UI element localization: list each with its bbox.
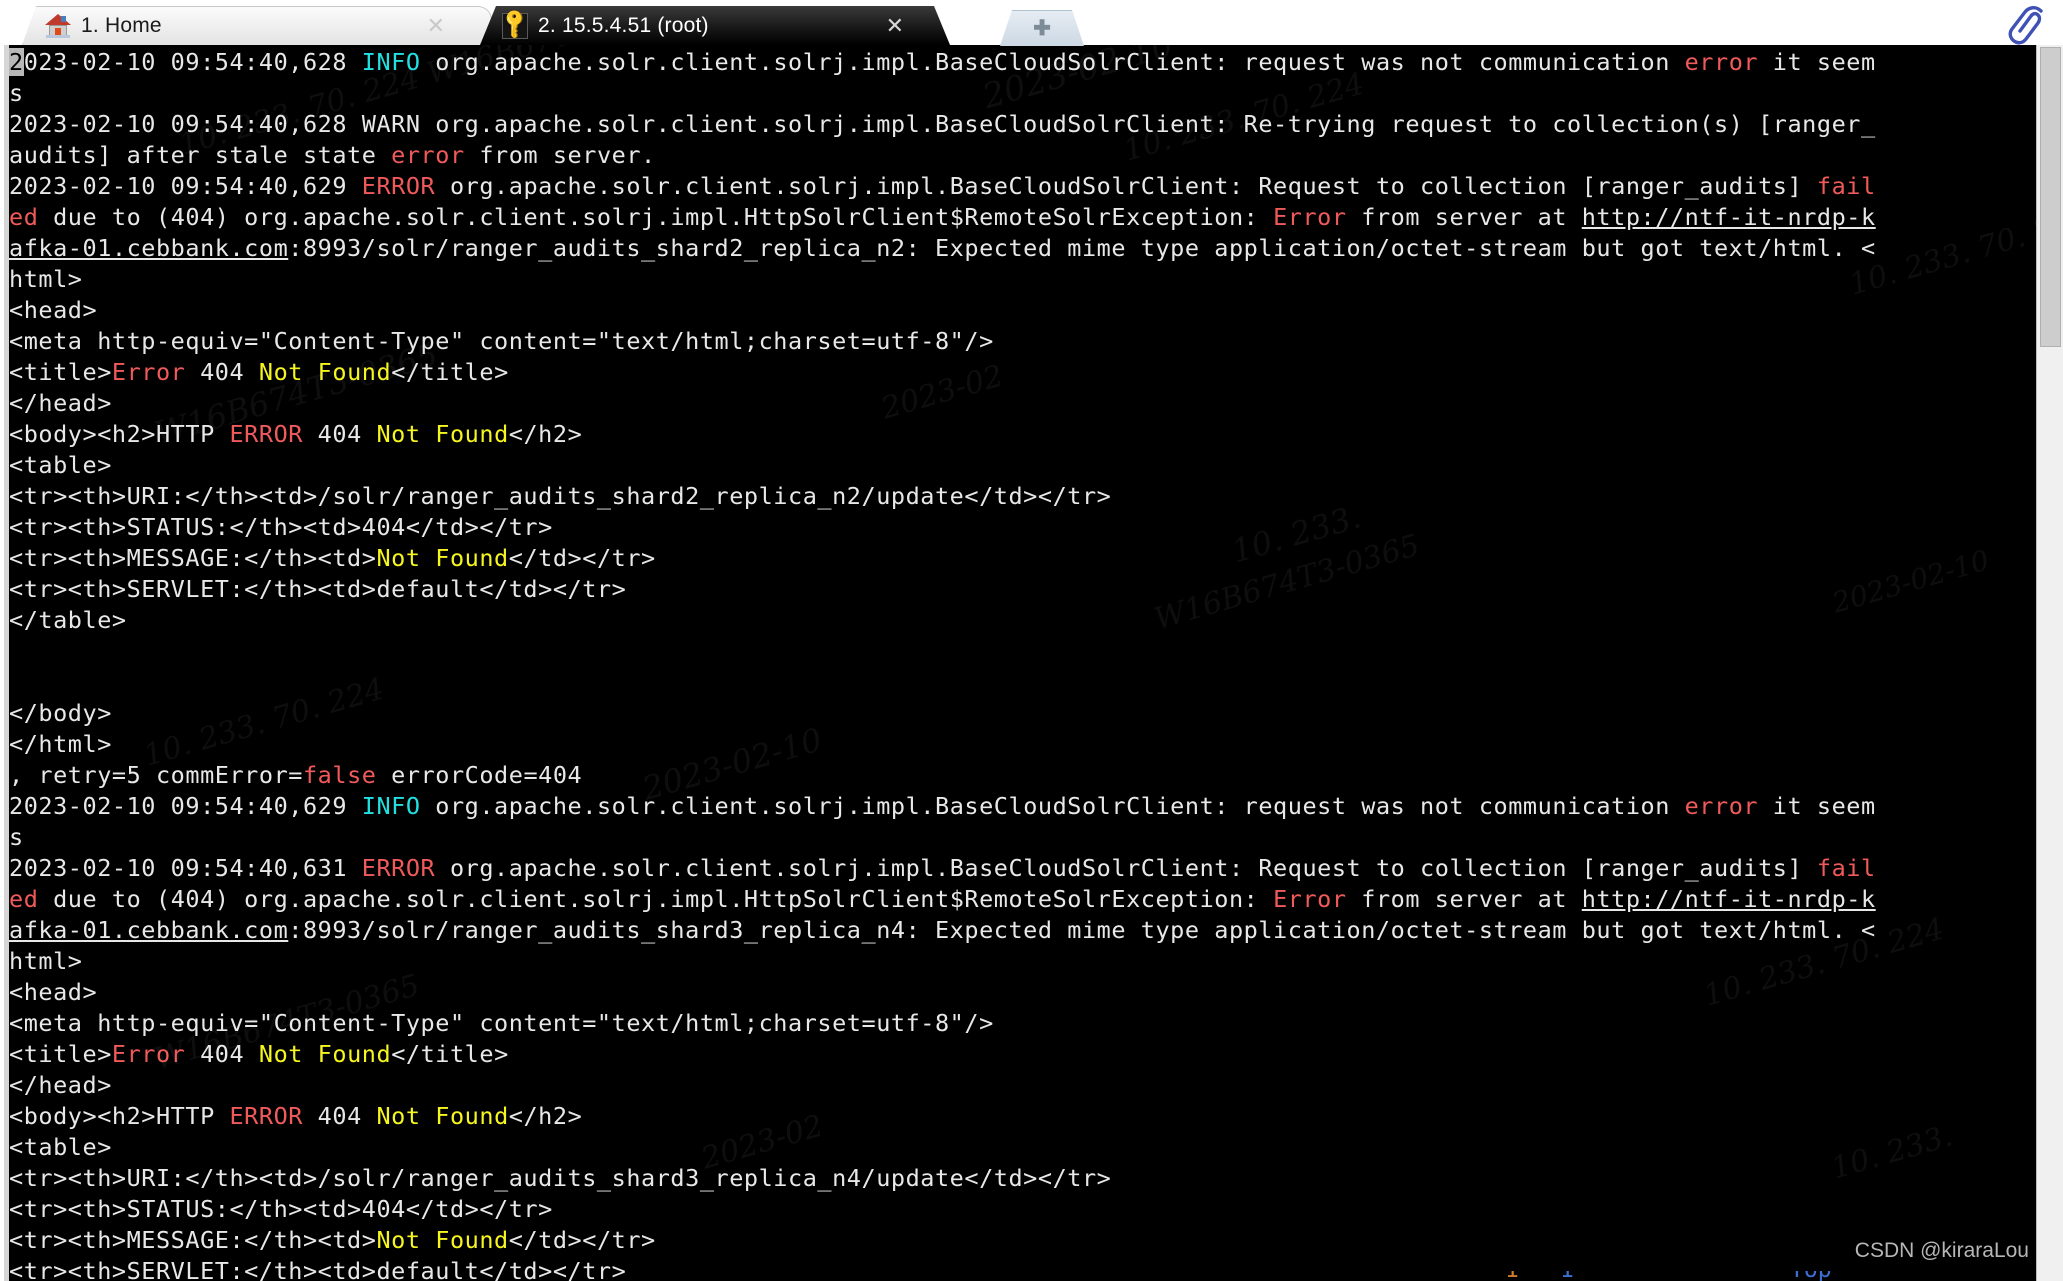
terminal-left-edge xyxy=(0,45,9,1281)
terminal-line: <body><h2>HTTP ERROR 404 Not Found</h2> xyxy=(9,420,583,448)
terminal-line: <table> xyxy=(9,1133,112,1161)
new-tab-button[interactable]: ✚ xyxy=(1000,10,1084,46)
terminal-scrollbar-thumb[interactable] xyxy=(2040,47,2061,347)
terminal-line: <tr><th>MESSAGE:</th><td>Not Found</td><… xyxy=(9,544,656,572)
terminal-line: <title>Error 404 Not Found</title> xyxy=(9,1040,509,1068)
key-icon: 🔑 xyxy=(498,6,533,41)
terminal-line: afka-01.cebbank.com:8993/solr/ranger_aud… xyxy=(9,916,1876,944)
terminal-line: <title>Error 404 Not Found</title> xyxy=(9,358,509,386)
paperclip-icon[interactable] xyxy=(2005,6,2049,46)
terminal-line: 2023-02-10 09:54:40,631 ERROR org.apache… xyxy=(9,854,1876,882)
terminal-line: ed due to (404) org.apache.solr.client.s… xyxy=(9,203,1876,231)
terminal-line: <tr><th>URI:</th><td>/solr/ranger_audits… xyxy=(9,482,1112,510)
terminal-line: </body> xyxy=(9,699,112,727)
terminal-line: </head> xyxy=(9,1071,112,1099)
terminal-line: s xyxy=(9,79,24,107)
terminal-line: <tr><th>MESSAGE:</th><td>Not Found</td><… xyxy=(9,1226,656,1254)
tab-session-15-5-4-51[interactable]: 🔑 2. 15.5.4.51 (root) ✕ xyxy=(480,6,950,45)
terminal-line: 2023-02-10 09:54:40,629 ERROR org.apache… xyxy=(9,172,1876,200)
terminal-line: , retry=5 commError=false errorCode=404 xyxy=(9,761,583,789)
terminal-line: <table> xyxy=(9,451,112,479)
terminal-line: <meta http-equiv="Content-Type" content=… xyxy=(9,327,994,355)
terminal-line: 2023-02-10 09:54:40,628 WARN org.apache.… xyxy=(9,110,1876,138)
terminal-window: 1. Home ✕ 🔑 2. 15.5.4.51 (root) ✕ ✚ 10. … xyxy=(0,0,2063,1281)
terminal-bottom-partial-line: 1 1 Top xyxy=(0,1271,2027,1281)
terminal-line: 2023-02-10 09:54:40,629 INFO org.apache.… xyxy=(9,792,1876,820)
terminal-pane[interactable]: 10. 233. 70. 224 W16B674T3-03652023-02-1… xyxy=(0,45,2063,1281)
plus-icon: ✚ xyxy=(1033,17,1051,40)
terminal-line: <tr><th>URI:</th><td>/solr/ranger_audits… xyxy=(9,1164,1112,1192)
terminal-line: <head> xyxy=(9,978,98,1006)
terminal-line: 2023-02-10 09:54:40,628 INFO org.apache.… xyxy=(9,48,1876,76)
tab-bar: 1. Home ✕ 🔑 2. 15.5.4.51 (root) ✕ ✚ xyxy=(0,0,2063,45)
terminal-line: <body><h2>HTTP ERROR 404 Not Found</h2> xyxy=(9,1102,583,1130)
csdn-watermark: CSDN @kiraraLou xyxy=(1854,1239,2029,1262)
terminal-line: </head> xyxy=(9,389,112,417)
terminal-partial-glyph: 1 xyxy=(1560,1271,1574,1281)
terminal-line: <tr><th>STATUS:</th><td>404</td></tr> xyxy=(9,513,553,541)
terminal-line: ed due to (404) org.apache.solr.client.s… xyxy=(9,885,1876,913)
terminal-line: <meta http-equiv="Content-Type" content=… xyxy=(9,1009,994,1037)
terminal-scrollbar[interactable] xyxy=(2036,45,2063,1281)
terminal-line: html> xyxy=(9,265,83,293)
tab-session-label: 2. 15.5.4.51 (root) xyxy=(538,13,709,37)
tab-session-close-icon[interactable]: ✕ xyxy=(886,15,904,37)
terminal-line: <tr><th>STATUS:</th><td>404</td></tr> xyxy=(9,1195,553,1223)
terminal-line: afka-01.cebbank.com:8993/solr/ranger_aud… xyxy=(9,234,1876,262)
tab-home-close-icon[interactable]: ✕ xyxy=(427,15,445,37)
terminal-line: <tr><th>SERVLET:</th><td>default</td></t… xyxy=(9,575,627,603)
tab-home[interactable]: 1. Home ✕ xyxy=(22,6,492,45)
terminal-line: </table> xyxy=(9,606,127,634)
terminal-line: <head> xyxy=(9,296,98,324)
terminal-line: audits] after stale state error from ser… xyxy=(9,141,656,169)
terminal-partial-glyph: Top xyxy=(1790,1271,1832,1281)
terminal-line: </html> xyxy=(9,730,112,758)
house-icon xyxy=(45,13,71,39)
tab-home-label: 1. Home xyxy=(81,14,162,37)
terminal-line: s xyxy=(9,823,24,851)
terminal-partial-glyph: 1 xyxy=(1505,1271,1519,1281)
terminal-output: 2023-02-10 09:54:40,628 INFO org.apache.… xyxy=(9,45,2036,1281)
terminal-line: html> xyxy=(9,947,83,975)
